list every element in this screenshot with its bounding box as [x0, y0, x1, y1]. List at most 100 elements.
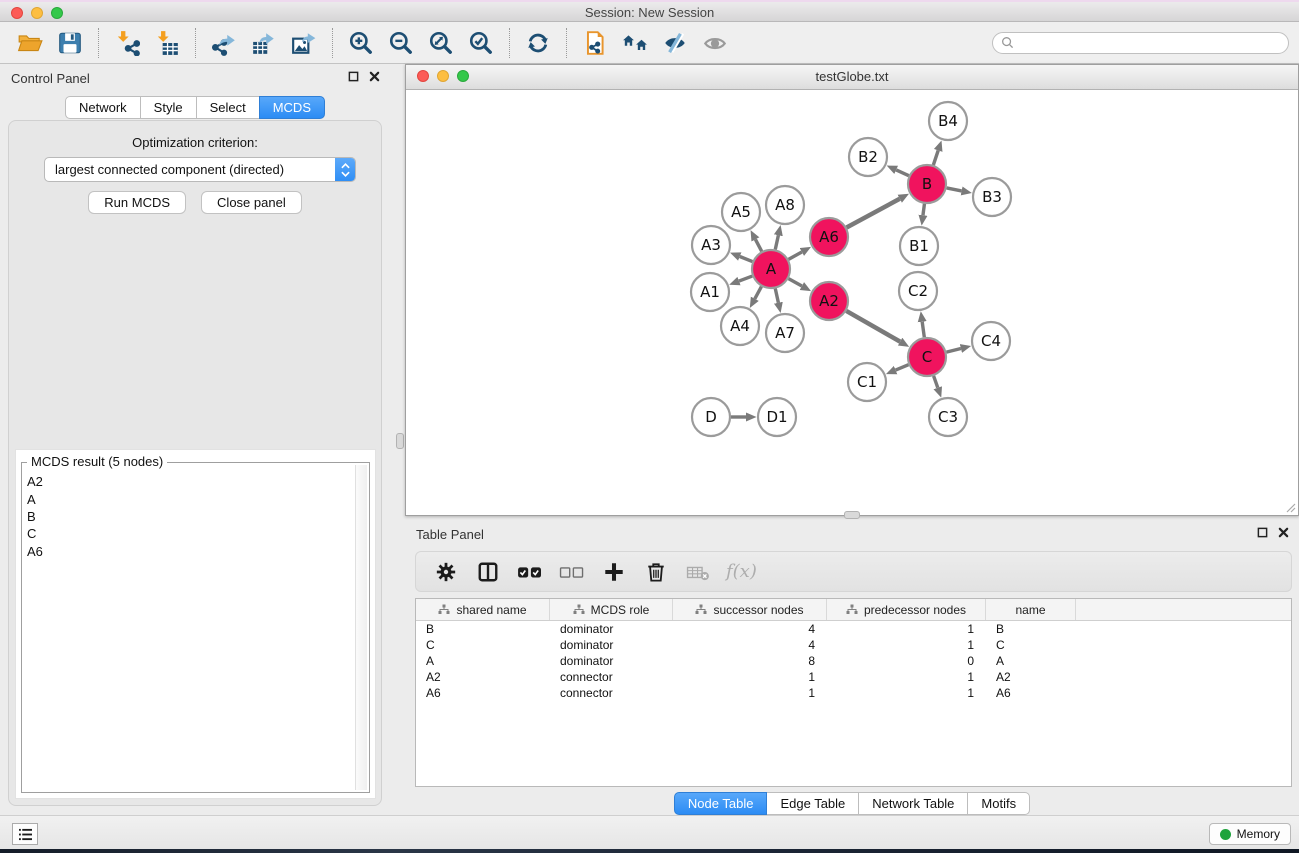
graph-node-B3[interactable]: B3 — [973, 178, 1011, 216]
column-header-successor-nodes[interactable]: successor nodes — [673, 599, 827, 620]
table-row[interactable]: B dominator 4 1 B — [416, 621, 1291, 637]
graph-node-D1[interactable]: D1 — [758, 398, 796, 436]
tab-node-table[interactable]: Node Table — [674, 792, 768, 815]
graph-edge-A-A4[interactable] — [755, 287, 762, 299]
graph-edge-B-B2[interactable] — [896, 170, 909, 176]
column-settings-icon[interactable] — [432, 558, 460, 586]
graph-node-A4[interactable]: A4 — [721, 307, 759, 345]
memory-button[interactable]: Memory — [1209, 823, 1291, 845]
graph-edge-A-A2[interactable] — [789, 279, 802, 286]
close-panel-icon[interactable] — [369, 71, 380, 82]
tab-style[interactable]: Style — [140, 96, 197, 119]
graph-edge-A-A3[interactable] — [740, 257, 753, 262]
float-panel-icon[interactable] — [348, 71, 359, 82]
split-panel-icon[interactable] — [474, 558, 502, 586]
table-row[interactable]: A6 connector 1 1 A6 — [416, 685, 1291, 701]
graph-edge-A-A1[interactable] — [739, 276, 752, 281]
graph-edge-C-C2[interactable] — [922, 322, 924, 337]
table-row[interactable]: A2 connector 1 1 A2 — [416, 669, 1291, 685]
column-header-name[interactable]: name — [986, 599, 1076, 620]
column-header-shared-name[interactable]: shared name — [416, 599, 550, 620]
graph-edge-C-C3[interactable] — [934, 376, 938, 388]
select-all-columns-icon[interactable] — [516, 558, 544, 586]
delete-table-icon[interactable] — [684, 558, 712, 586]
graph-node-C3[interactable]: C3 — [929, 398, 967, 436]
window-resize-grip[interactable] — [1284, 501, 1296, 513]
graph-node-B4[interactable]: B4 — [929, 102, 967, 140]
list-item[interactable]: B — [24, 508, 353, 525]
graph-edge-B-B3[interactable] — [947, 188, 962, 191]
list-item[interactable]: C — [24, 525, 353, 542]
graph-node-B2[interactable]: B2 — [849, 138, 887, 176]
tab-network-table[interactable]: Network Table — [858, 792, 968, 815]
export-table-icon[interactable] — [249, 28, 279, 58]
table-row[interactable]: C dominator 4 1 C — [416, 637, 1291, 653]
tab-motifs[interactable]: Motifs — [967, 792, 1030, 815]
graph-edge-A-A8[interactable] — [775, 235, 778, 249]
zoom-fit-icon[interactable] — [426, 28, 456, 58]
column-header-mcds-role[interactable]: MCDS role — [550, 599, 673, 620]
graph-node-A3[interactable]: A3 — [692, 226, 730, 264]
import-network-file-icon[interactable] — [112, 28, 142, 58]
function-builder-icon[interactable]: f(x) — [726, 561, 757, 582]
graph-edge-A-A5[interactable] — [755, 239, 761, 251]
run-mcds-button[interactable]: Run MCDS — [88, 191, 186, 214]
table-row[interactable]: A dominator 8 0 A — [416, 653, 1291, 669]
search-input[interactable] — [1019, 36, 1280, 50]
export-network-icon[interactable] — [209, 28, 239, 58]
graph-edge-A-A7[interactable] — [775, 289, 778, 303]
zoom-in-icon[interactable] — [346, 28, 376, 58]
horizontal-split-handle[interactable] — [844, 511, 860, 519]
show-graphics-details-icon[interactable] — [700, 28, 730, 58]
close-panel-button[interactable]: Close panel — [201, 191, 302, 214]
graph-edge-B-B4[interactable] — [933, 150, 938, 165]
graph-node-C[interactable]: C — [908, 338, 946, 376]
network-window-titlebar[interactable]: testGlobe.txt — [406, 65, 1298, 90]
list-item[interactable]: A — [24, 490, 353, 507]
zoom-out-icon[interactable] — [386, 28, 416, 58]
tab-edge-table[interactable]: Edge Table — [766, 792, 859, 815]
graph-edge-A6-B[interactable] — [847, 199, 900, 228]
graph-node-A2[interactable]: A2 — [810, 282, 848, 320]
hide-graphics-details-icon[interactable] — [660, 28, 690, 58]
graph-node-C1[interactable]: C1 — [848, 363, 886, 401]
list-item[interactable]: A6 — [24, 543, 353, 560]
close-panel-icon[interactable] — [1278, 527, 1289, 538]
list-item[interactable]: A2 — [24, 473, 353, 490]
graph-node-C2[interactable]: C2 — [899, 272, 937, 310]
deselect-all-columns-icon[interactable] — [558, 558, 586, 586]
tab-network[interactable]: Network — [65, 96, 141, 119]
network-from-selection-icon[interactable] — [580, 28, 610, 58]
graph-edge-B-B1[interactable] — [923, 204, 924, 215]
network-canvas[interactable]: B4 B2 B B3 A8A5 A6 A3 B1 A A1 C2 A2 A4A7 C4 C C1 C3 D D1 — [406, 90, 1298, 515]
tab-mcds[interactable]: MCDS — [259, 96, 325, 119]
graph-node-B1[interactable]: B1 — [900, 227, 938, 265]
result-list-scrollbar[interactable] — [355, 465, 367, 790]
graph-node-B[interactable]: B — [908, 165, 946, 203]
zoom-selected-icon[interactable] — [466, 28, 496, 58]
open-session-icon[interactable] — [15, 28, 45, 58]
graph-edge-A-A6[interactable] — [789, 252, 802, 259]
graph-node-A1[interactable]: A1 — [691, 273, 729, 311]
graph-node-A5[interactable]: A5 — [722, 193, 760, 231]
graph-node-C4[interactable]: C4 — [972, 322, 1010, 360]
graph-node-A6[interactable]: A6 — [810, 218, 848, 256]
float-panel-icon[interactable] — [1257, 527, 1268, 538]
optimization-criterion-dropdown[interactable]: largest connected component (directed) — [44, 157, 356, 182]
graph-node-A7[interactable]: A7 — [766, 314, 804, 352]
create-column-icon[interactable] — [600, 558, 628, 586]
vertical-split-handle[interactable] — [396, 433, 404, 449]
graph-node-A[interactable]: A — [752, 250, 790, 288]
graph-edge-C-C1[interactable] — [896, 365, 909, 370]
graph-edge-A2-C[interactable] — [846, 311, 900, 342]
save-session-icon[interactable] — [55, 28, 85, 58]
export-image-icon[interactable] — [289, 28, 319, 58]
column-header-predecessor-nodes[interactable]: predecessor nodes — [827, 599, 986, 620]
delete-columns-icon[interactable] — [642, 558, 670, 586]
graph-node-A8[interactable]: A8 — [766, 186, 804, 224]
first-neighbors-icon[interactable] — [620, 28, 650, 58]
graph-node-D[interactable]: D — [692, 398, 730, 436]
apply-layout-icon[interactable] — [523, 28, 553, 58]
search-field[interactable] — [992, 32, 1289, 54]
import-table-file-icon[interactable] — [152, 28, 182, 58]
